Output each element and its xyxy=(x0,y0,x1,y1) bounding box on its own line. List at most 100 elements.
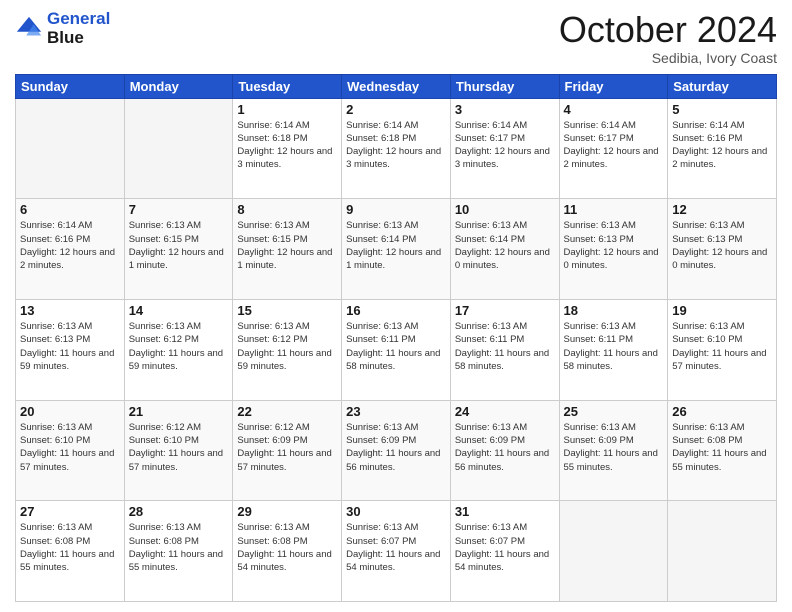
day-number: 5 xyxy=(672,102,772,117)
day-info: Sunrise: 6:13 AM Sunset: 6:15 PM Dayligh… xyxy=(129,219,229,272)
col-saturday: Saturday xyxy=(668,74,777,98)
calendar-table: Sunday Monday Tuesday Wednesday Thursday… xyxy=(15,74,777,602)
table-row xyxy=(668,501,777,602)
logo: General Blue xyxy=(15,10,110,47)
day-info: Sunrise: 6:13 AM Sunset: 6:15 PM Dayligh… xyxy=(237,219,337,272)
day-number: 18 xyxy=(564,303,664,318)
day-number: 25 xyxy=(564,404,664,419)
day-number: 22 xyxy=(237,404,337,419)
table-row: 18 Sunrise: 6:13 AM Sunset: 6:11 PM Dayli… xyxy=(559,299,668,400)
logo-icon xyxy=(15,15,43,43)
day-number: 19 xyxy=(672,303,772,318)
day-number: 28 xyxy=(129,504,229,519)
table-row xyxy=(124,98,233,199)
day-number: 8 xyxy=(237,202,337,217)
day-number: 4 xyxy=(564,102,664,117)
day-info: Sunrise: 6:13 AM Sunset: 6:07 PM Dayligh… xyxy=(455,521,555,574)
day-number: 16 xyxy=(346,303,446,318)
day-info: Sunrise: 6:12 AM Sunset: 6:10 PM Dayligh… xyxy=(129,421,229,474)
day-info: Sunrise: 6:13 AM Sunset: 6:08 PM Dayligh… xyxy=(20,521,120,574)
day-number: 3 xyxy=(455,102,555,117)
table-row: 14 Sunrise: 6:13 AM Sunset: 6:12 PM Dayli… xyxy=(124,299,233,400)
day-info: Sunrise: 6:14 AM Sunset: 6:16 PM Dayligh… xyxy=(20,219,120,272)
table-row: 13 Sunrise: 6:13 AM Sunset: 6:13 PM Dayli… xyxy=(16,299,125,400)
day-info: Sunrise: 6:13 AM Sunset: 6:08 PM Dayligh… xyxy=(237,521,337,574)
day-info: Sunrise: 6:13 AM Sunset: 6:11 PM Dayligh… xyxy=(564,320,664,373)
col-thursday: Thursday xyxy=(450,74,559,98)
col-wednesday: Wednesday xyxy=(342,74,451,98)
day-info: Sunrise: 6:13 AM Sunset: 6:09 PM Dayligh… xyxy=(564,421,664,474)
table-row: 16 Sunrise: 6:13 AM Sunset: 6:11 PM Dayli… xyxy=(342,299,451,400)
month-title: October 2024 xyxy=(559,10,777,50)
table-row: 22 Sunrise: 6:12 AM Sunset: 6:09 PM Dayli… xyxy=(233,400,342,501)
page: General Blue October 2024 Sedibia, Ivory… xyxy=(0,0,792,612)
day-number: 17 xyxy=(455,303,555,318)
day-number: 26 xyxy=(672,404,772,419)
table-row: 29 Sunrise: 6:13 AM Sunset: 6:08 PM Dayli… xyxy=(233,501,342,602)
day-number: 21 xyxy=(129,404,229,419)
day-info: Sunrise: 6:14 AM Sunset: 6:18 PM Dayligh… xyxy=(237,119,337,172)
table-row: 10 Sunrise: 6:13 AM Sunset: 6:14 PM Dayli… xyxy=(450,199,559,300)
day-number: 7 xyxy=(129,202,229,217)
table-row: 27Sunrise: 6:13 AM Sunset: 6:08 PM Dayli… xyxy=(16,501,125,602)
table-row: 4 Sunrise: 6:14 AM Sunset: 6:17 PM Daylig… xyxy=(559,98,668,199)
table-row: 26Sunrise: 6:13 AM Sunset: 6:08 PM Dayli… xyxy=(668,400,777,501)
table-row: 7 Sunrise: 6:13 AM Sunset: 6:15 PM Daylig… xyxy=(124,199,233,300)
day-info: Sunrise: 6:13 AM Sunset: 6:09 PM Dayligh… xyxy=(346,421,446,474)
table-row: 6 Sunrise: 6:14 AM Sunset: 6:16 PM Daylig… xyxy=(16,199,125,300)
day-number: 20 xyxy=(20,404,120,419)
table-row: 2 Sunrise: 6:14 AM Sunset: 6:18 PM Daylig… xyxy=(342,98,451,199)
table-row: 12 Sunrise: 6:13 AM Sunset: 6:13 PM Dayli… xyxy=(668,199,777,300)
day-info: Sunrise: 6:13 AM Sunset: 6:14 PM Dayligh… xyxy=(346,219,446,272)
day-number: 24 xyxy=(455,404,555,419)
day-info: Sunrise: 6:13 AM Sunset: 6:08 PM Dayligh… xyxy=(129,521,229,574)
day-number: 13 xyxy=(20,303,120,318)
header: General Blue October 2024 Sedibia, Ivory… xyxy=(15,10,777,66)
table-row: 24 Sunrise: 6:13 AM Sunset: 6:09 PM Dayli… xyxy=(450,400,559,501)
day-number: 9 xyxy=(346,202,446,217)
day-info: Sunrise: 6:14 AM Sunset: 6:17 PM Dayligh… xyxy=(564,119,664,172)
day-number: 2 xyxy=(346,102,446,117)
table-row: 28 Sunrise: 6:13 AM Sunset: 6:08 PM Dayli… xyxy=(124,501,233,602)
day-number: 12 xyxy=(672,202,772,217)
table-row: 31 Sunrise: 6:13 AM Sunset: 6:07 PM Dayli… xyxy=(450,501,559,602)
day-number: 6 xyxy=(20,202,120,217)
day-info: Sunrise: 6:13 AM Sunset: 6:12 PM Dayligh… xyxy=(129,320,229,373)
table-row: 8 Sunrise: 6:13 AM Sunset: 6:15 PM Daylig… xyxy=(233,199,342,300)
day-info: Sunrise: 6:13 AM Sunset: 6:11 PM Dayligh… xyxy=(455,320,555,373)
day-number: 31 xyxy=(455,504,555,519)
day-number: 15 xyxy=(237,303,337,318)
table-row: 17 Sunrise: 6:13 AM Sunset: 6:11 PM Dayli… xyxy=(450,299,559,400)
table-row: 19Sunrise: 6:13 AM Sunset: 6:10 PM Dayli… xyxy=(668,299,777,400)
day-info: Sunrise: 6:13 AM Sunset: 6:09 PM Dayligh… xyxy=(455,421,555,474)
table-row: 5Sunrise: 6:14 AM Sunset: 6:16 PM Daylig… xyxy=(668,98,777,199)
col-friday: Friday xyxy=(559,74,668,98)
col-sunday: Sunday xyxy=(16,74,125,98)
col-tuesday: Tuesday xyxy=(233,74,342,98)
day-info: Sunrise: 6:14 AM Sunset: 6:18 PM Dayligh… xyxy=(346,119,446,172)
day-number: 29 xyxy=(237,504,337,519)
subtitle: Sedibia, Ivory Coast xyxy=(559,50,777,66)
logo-blue: Blue xyxy=(47,29,110,48)
day-info: Sunrise: 6:13 AM Sunset: 6:12 PM Dayligh… xyxy=(237,320,337,373)
day-info: Sunrise: 6:13 AM Sunset: 6:14 PM Dayligh… xyxy=(455,219,555,272)
day-number: 14 xyxy=(129,303,229,318)
day-info: Sunrise: 6:13 AM Sunset: 6:13 PM Dayligh… xyxy=(672,219,772,272)
table-row xyxy=(559,501,668,602)
table-row: 23Sunrise: 6:13 AM Sunset: 6:09 PM Dayli… xyxy=(342,400,451,501)
day-info: Sunrise: 6:13 AM Sunset: 6:11 PM Dayligh… xyxy=(346,320,446,373)
table-row: 11Sunrise: 6:13 AM Sunset: 6:13 PM Dayli… xyxy=(559,199,668,300)
day-info: Sunrise: 6:13 AM Sunset: 6:10 PM Dayligh… xyxy=(20,421,120,474)
day-number: 30 xyxy=(346,504,446,519)
day-number: 11 xyxy=(564,202,664,217)
day-info: Sunrise: 6:13 AM Sunset: 6:13 PM Dayligh… xyxy=(20,320,120,373)
table-row: 30Sunrise: 6:13 AM Sunset: 6:07 PM Dayli… xyxy=(342,501,451,602)
day-info: Sunrise: 6:12 AM Sunset: 6:09 PM Dayligh… xyxy=(237,421,337,474)
logo-general: General xyxy=(47,9,110,28)
table-row: 9 Sunrise: 6:13 AM Sunset: 6:14 PM Daylig… xyxy=(342,199,451,300)
table-row xyxy=(16,98,125,199)
table-row: 15 Sunrise: 6:13 AM Sunset: 6:12 PM Dayli… xyxy=(233,299,342,400)
table-row: 20 Sunrise: 6:13 AM Sunset: 6:10 PM Dayli… xyxy=(16,400,125,501)
day-number: 10 xyxy=(455,202,555,217)
day-number: 1 xyxy=(237,102,337,117)
